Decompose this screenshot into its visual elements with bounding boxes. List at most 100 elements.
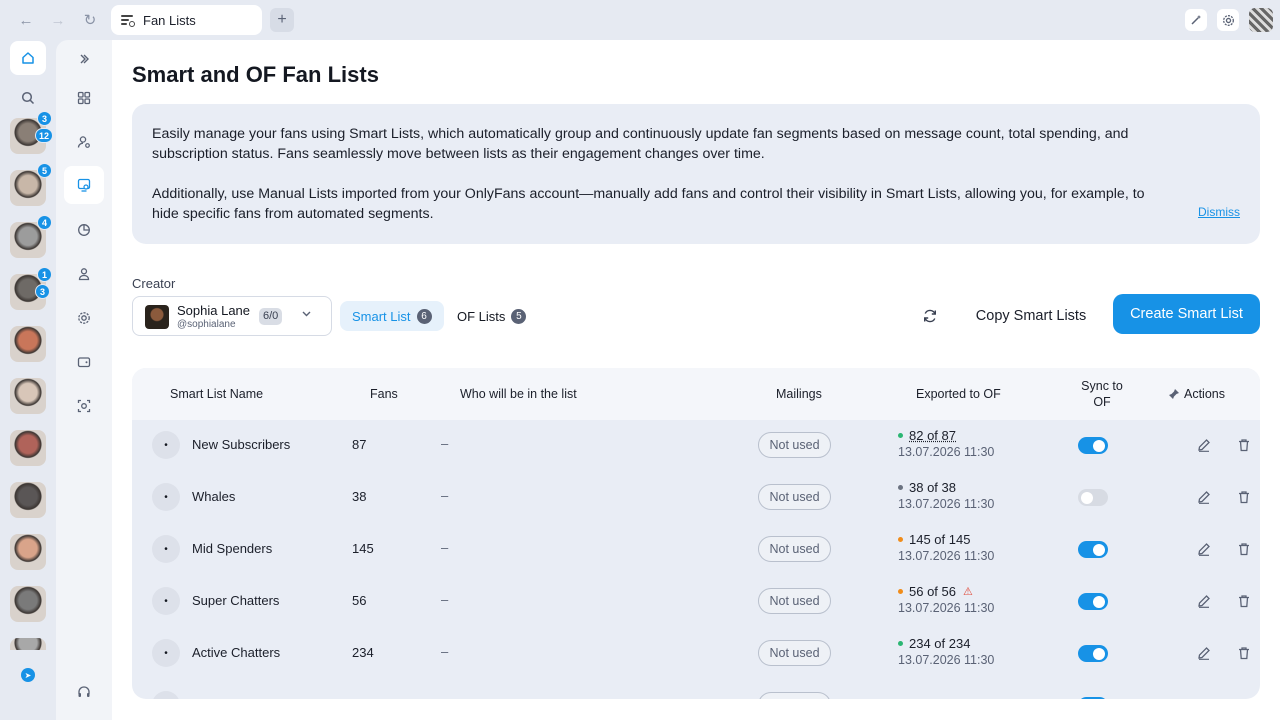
mailings-pill: Not used [758, 640, 831, 666]
unread-count-badge: 1 [37, 267, 52, 282]
exported-count: 56 of 56 [909, 584, 956, 599]
mailings-pill: Not used [758, 536, 831, 562]
table-row[interactable]: • Super Chatters 56 – Not used 56 of 56 ⚠ 13.07… [132, 576, 1260, 628]
sync-toggle[interactable] [1078, 437, 1108, 454]
drag-handle[interactable]: • [152, 639, 180, 667]
exported-count: 38 of 38 [909, 480, 956, 495]
drag-handle[interactable]: • [152, 587, 180, 615]
tab-of-lists[interactable]: OF Lists 5 [445, 301, 538, 331]
table-row-partial [132, 680, 1260, 699]
tab-smart-list[interactable]: Smart List 6 [340, 301, 444, 331]
creator-list-count: 6/0 [259, 308, 283, 325]
edit-icon[interactable] [1194, 643, 1214, 663]
drag-handle[interactable]: • [152, 431, 180, 459]
drag-handle[interactable]: • [152, 483, 180, 511]
tab-fan-lists[interactable]: Fan Lists [111, 5, 262, 35]
tab-of-lists-label: OF Lists [457, 308, 506, 324]
creator-avatar-8[interactable] [10, 482, 46, 518]
dashboard-grid-icon[interactable] [64, 79, 104, 117]
create-smart-list-button[interactable]: Create Smart List [1113, 294, 1260, 334]
sync-toggle[interactable] [1078, 645, 1108, 662]
list-filter-icon [121, 14, 135, 27]
settings-gear-icon[interactable] [1217, 9, 1239, 31]
col-header-exported: Exported to OF [916, 387, 1001, 401]
smart-list-count-badge: 6 [416, 308, 432, 324]
table-header: Smart List Name Fans Who will be in the … [132, 368, 1260, 420]
exported-count: 145 of 145 [909, 532, 971, 547]
copy-smart-lists-button[interactable]: Copy Smart Lists [960, 296, 1102, 336]
expand-sidebar-icon[interactable] [64, 40, 104, 78]
page-title: Smart and OF Fan Lists [132, 62, 379, 87]
fan-lists-icon[interactable] [64, 166, 104, 204]
exported-count: 234 of 234 [909, 636, 971, 651]
trash-icon[interactable] [1234, 435, 1254, 455]
exported-to-of: 56 of 56 ⚠ 13.07.2026 11:30 [898, 584, 994, 615]
sync-toggle[interactable] [1078, 697, 1108, 699]
chevron-down-icon [301, 308, 312, 322]
exported-count: 82 of 87 [909, 428, 956, 443]
creator-avatar-11[interactable] [10, 638, 46, 650]
creator-avatar-5[interactable] [10, 326, 46, 362]
support-headset-icon[interactable] [64, 673, 104, 711]
mailings-pill [758, 692, 831, 699]
creator-avatar [145, 305, 169, 329]
trash-icon[interactable] [1234, 487, 1254, 507]
creator-select[interactable]: Sophia Lane @sophialane 6/0 [132, 296, 332, 336]
reload-icon[interactable]: ↻ [80, 10, 100, 30]
unread-count-badge: 3 [37, 111, 52, 126]
mailings-pill: Not used [758, 484, 831, 510]
scan-target-icon[interactable] [64, 387, 104, 425]
export-status-dot [898, 485, 903, 490]
unread-count-badge: 5 [37, 163, 52, 178]
col-header-name: Smart List Name [170, 387, 264, 401]
table-row[interactable]: • Whales 38 – Not used 38 of 38 13.07.2026 11:… [132, 472, 1260, 524]
creator-label: Creator [132, 276, 176, 291]
export-status-dot [898, 537, 903, 542]
sync-toggle[interactable] [1078, 541, 1108, 558]
team-icon[interactable] [64, 255, 104, 293]
edit-icon[interactable] [1194, 539, 1214, 559]
analytics-pie-icon[interactable] [64, 211, 104, 249]
exported-to-of: 145 of 145 13.07.2026 11:30 [898, 532, 994, 563]
user-settings-icon[interactable] [64, 123, 104, 161]
trash-icon[interactable] [1234, 643, 1254, 663]
edit-icon[interactable] [1194, 487, 1214, 507]
settings-gear-icon[interactable] [64, 299, 104, 337]
refresh-icon[interactable] [918, 304, 942, 328]
mailings-pill: Not used [758, 432, 831, 458]
trash-icon[interactable] [1234, 591, 1254, 611]
magic-wand-icon[interactable] [1185, 9, 1207, 31]
dismiss-link[interactable]: Dismiss [1198, 202, 1240, 222]
creator-avatar-6[interactable] [10, 378, 46, 414]
of-lists-count-badge: 5 [511, 308, 527, 324]
search-icon[interactable] [18, 88, 38, 108]
edit-icon[interactable] [1194, 435, 1214, 455]
new-tab-button[interactable]: + [270, 8, 294, 32]
sync-toggle[interactable] [1078, 593, 1108, 610]
home-icon[interactable] [10, 41, 46, 75]
creator-avatar-10[interactable] [10, 586, 46, 622]
creator-avatar-9[interactable] [10, 534, 46, 570]
edit-icon[interactable] [1194, 591, 1214, 611]
drag-handle[interactable]: • [152, 535, 180, 563]
export-status-dot [898, 433, 903, 438]
wallet-icon[interactable] [64, 343, 104, 381]
col-header-fans: Fans [370, 387, 398, 401]
fans-count: 56 [352, 593, 367, 608]
drag-handle[interactable] [152, 691, 180, 699]
telegram-icon[interactable]: ➤ [21, 668, 35, 682]
export-date: 13.07.2026 11:30 [898, 549, 995, 563]
pin-icon [1169, 389, 1179, 399]
table-row[interactable]: • New Subscribers 87 – Not used 82 of 87 13.07… [132, 420, 1260, 472]
table-row[interactable]: • Active Chatters 234 – Not used 234 of 234 13… [132, 628, 1260, 680]
user-avatar[interactable] [1249, 8, 1273, 32]
trash-icon[interactable] [1234, 539, 1254, 559]
col-header-sync: Sync to OF [1081, 379, 1123, 409]
who-criteria: – [441, 436, 449, 451]
table-row[interactable]: • Mid Spenders 145 – Not used 145 of 145 13.07… [132, 524, 1260, 576]
creator-avatar-7[interactable] [10, 430, 46, 466]
sync-toggle[interactable] [1078, 489, 1108, 506]
info-paragraph-2: Additionally, use Manual Lists imported … [152, 186, 1145, 222]
back-icon[interactable]: ← [16, 10, 36, 30]
forward-icon[interactable]: → [48, 10, 68, 30]
